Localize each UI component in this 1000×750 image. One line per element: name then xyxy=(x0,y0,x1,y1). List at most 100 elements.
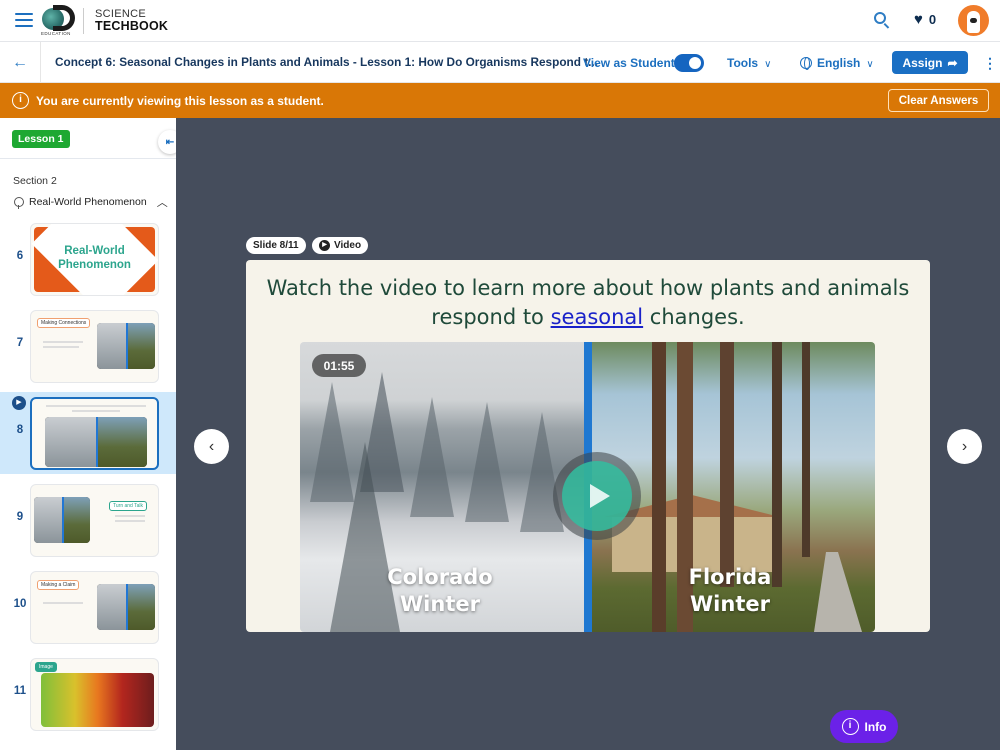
lesson-badge: Lesson 1 xyxy=(12,130,70,148)
slide-number: 8 xyxy=(16,424,24,436)
video-duration: 01:55 xyxy=(312,354,366,377)
tree-trunk xyxy=(720,342,734,587)
globe-icon xyxy=(800,57,812,70)
text-line xyxy=(72,410,120,412)
lesson-nav-bar: ← Concept 6: Seasonal Changes in Plants … xyxy=(0,42,1000,83)
text-line xyxy=(43,346,79,348)
video-preview xyxy=(34,497,90,543)
slide-thumbnail-row-active: ▶ 8 xyxy=(0,392,176,474)
next-slide-button[interactable]: › xyxy=(947,429,982,464)
clear-answers-button[interactable]: Clear Answers xyxy=(888,89,989,112)
sidebar-divider xyxy=(0,158,176,159)
thumbnail-tag: Making a Claim xyxy=(37,580,80,590)
slide-card: Watch the video to learn more about how … xyxy=(246,260,930,632)
collapse-sidebar-icon[interactable]: ⇤ xyxy=(158,130,176,154)
hamburger-menu-icon[interactable] xyxy=(15,13,33,27)
language-label: English xyxy=(817,56,861,70)
text-line xyxy=(46,405,146,407)
label-line1: Florida xyxy=(688,565,772,589)
section-name: Real-World Phenomenon xyxy=(29,196,147,208)
play-button[interactable] xyxy=(562,461,632,531)
back-arrow-icon[interactable]: ← xyxy=(0,42,41,83)
text-line xyxy=(115,515,145,517)
play-circle-icon: ▶ xyxy=(319,240,330,251)
slide-thumbnail[interactable]: Making a Claim xyxy=(30,571,159,644)
more-options-icon[interactable]: ⋮ xyxy=(983,55,997,72)
dog-nose xyxy=(970,18,977,23)
microphone-icon xyxy=(13,196,24,209)
video-slide-icon: ▶ xyxy=(12,396,26,410)
section-label: Section 2 xyxy=(13,175,57,187)
text-line xyxy=(115,520,145,522)
video-preview xyxy=(97,323,155,369)
pine-tree xyxy=(410,397,454,517)
video-preview xyxy=(45,417,147,467)
user-avatar[interactable] xyxy=(958,5,989,36)
info-icon: i xyxy=(841,718,859,735)
language-dropdown[interactable]: English ∨ xyxy=(800,56,874,70)
slide-number: 7 xyxy=(16,337,24,349)
view-as-student-toggle[interactable] xyxy=(674,54,704,72)
colorado-winter-label: Colorado Winter xyxy=(380,564,500,618)
assign-label: Assign xyxy=(902,55,943,70)
share-arrow-icon: ➦ xyxy=(947,55,958,70)
lesson-title: Concept 6: Seasonal Changes in Plants an… xyxy=(55,55,598,69)
logo-education-text: EDUCATION xyxy=(41,31,71,36)
tools-dropdown[interactable]: Tools ∨ xyxy=(727,56,771,70)
slide-number: 11 xyxy=(13,685,27,697)
favorites-count: 0 xyxy=(928,12,937,27)
slide-type-badge: ▶ Video xyxy=(312,237,369,254)
thumbnail-title-line1: Real-World xyxy=(64,245,125,257)
d-logo-shape xyxy=(53,5,75,31)
thumbnail-tag: Turn and Talk xyxy=(109,501,148,511)
view-as-student-label: View as Student xyxy=(583,56,675,70)
slide-thumbnail-row: 7 Making Connections xyxy=(0,305,176,387)
section-toggle[interactable]: Real-World Phenomenon ︿ xyxy=(13,194,168,210)
tools-label: Tools xyxy=(727,56,759,70)
favorites-button[interactable]: ♥ 0 xyxy=(914,11,936,28)
slide-stage: Slide 8/11 ▶ Video Watch the video to le… xyxy=(176,118,1000,750)
slide-title-end: changes. xyxy=(643,305,745,329)
slide-thumbnail[interactable]: Real-World Phenomenon xyxy=(30,223,159,296)
slide-thumbnail[interactable]: Image xyxy=(30,658,159,731)
text-line xyxy=(43,602,83,604)
assign-button[interactable]: Assign ➦ xyxy=(892,51,968,74)
slides-sidebar: Lesson 1 Section 2 Real-World Phenomenon… xyxy=(0,118,176,750)
chevron-down-icon: ∨ xyxy=(764,59,772,70)
tree-trunk xyxy=(802,342,810,557)
tree-trunk xyxy=(772,342,782,587)
logo-divider xyxy=(83,8,84,34)
previous-slide-button[interactable]: ‹ xyxy=(194,429,229,464)
slide-number: 10 xyxy=(13,598,27,610)
glossary-link-seasonal[interactable]: seasonal xyxy=(551,305,644,329)
logo-techbook-text: TECHBOOK xyxy=(95,19,169,33)
slide-thumbnail-row: 6 Real-World Phenomenon xyxy=(0,218,176,300)
tree-trunk xyxy=(652,342,666,632)
slide-title: Watch the video to learn more about how … xyxy=(246,274,930,332)
heart-icon: ♥ xyxy=(914,11,923,28)
thumbnail-tag: Image xyxy=(35,662,57,672)
slide-thumbnail-row: 9 Turn and Talk xyxy=(0,479,176,561)
chevron-down-icon: ∨ xyxy=(866,59,874,70)
label-line2: Winter xyxy=(400,592,480,616)
text-line xyxy=(43,341,83,343)
video-player[interactable]: 01:55 Colorado Winter Florida Winter xyxy=(300,342,875,632)
real-world-phenomenon-graphic: Real-World Phenomenon xyxy=(31,224,158,295)
play-icon xyxy=(590,484,610,508)
info-button[interactable]: i Info xyxy=(830,710,898,743)
slide-thumbnail-row: 10 Making a Claim xyxy=(0,566,176,648)
thumbnail-title: Real-World Phenomenon xyxy=(34,244,155,272)
banner-message: You are currently viewing this lesson as… xyxy=(36,94,324,108)
label-line1: Colorado xyxy=(387,565,493,589)
thumbnail-title-line2: Phenomenon xyxy=(58,259,131,271)
thumbnail-tag: Making Connections xyxy=(37,318,91,328)
slide-thumbnail[interactable]: Turn and Talk xyxy=(30,484,159,557)
slide-thumbnail[interactable]: Making Connections xyxy=(30,310,159,383)
info-label: Info xyxy=(864,719,887,734)
slide-thumbnail[interactable] xyxy=(30,397,159,470)
slide-position-badge: Slide 8/11 xyxy=(246,237,306,254)
info-icon: i xyxy=(12,92,29,109)
toggle-knob xyxy=(689,57,701,69)
search-icon[interactable] xyxy=(874,12,892,30)
autumn-leaves-image xyxy=(41,673,154,727)
